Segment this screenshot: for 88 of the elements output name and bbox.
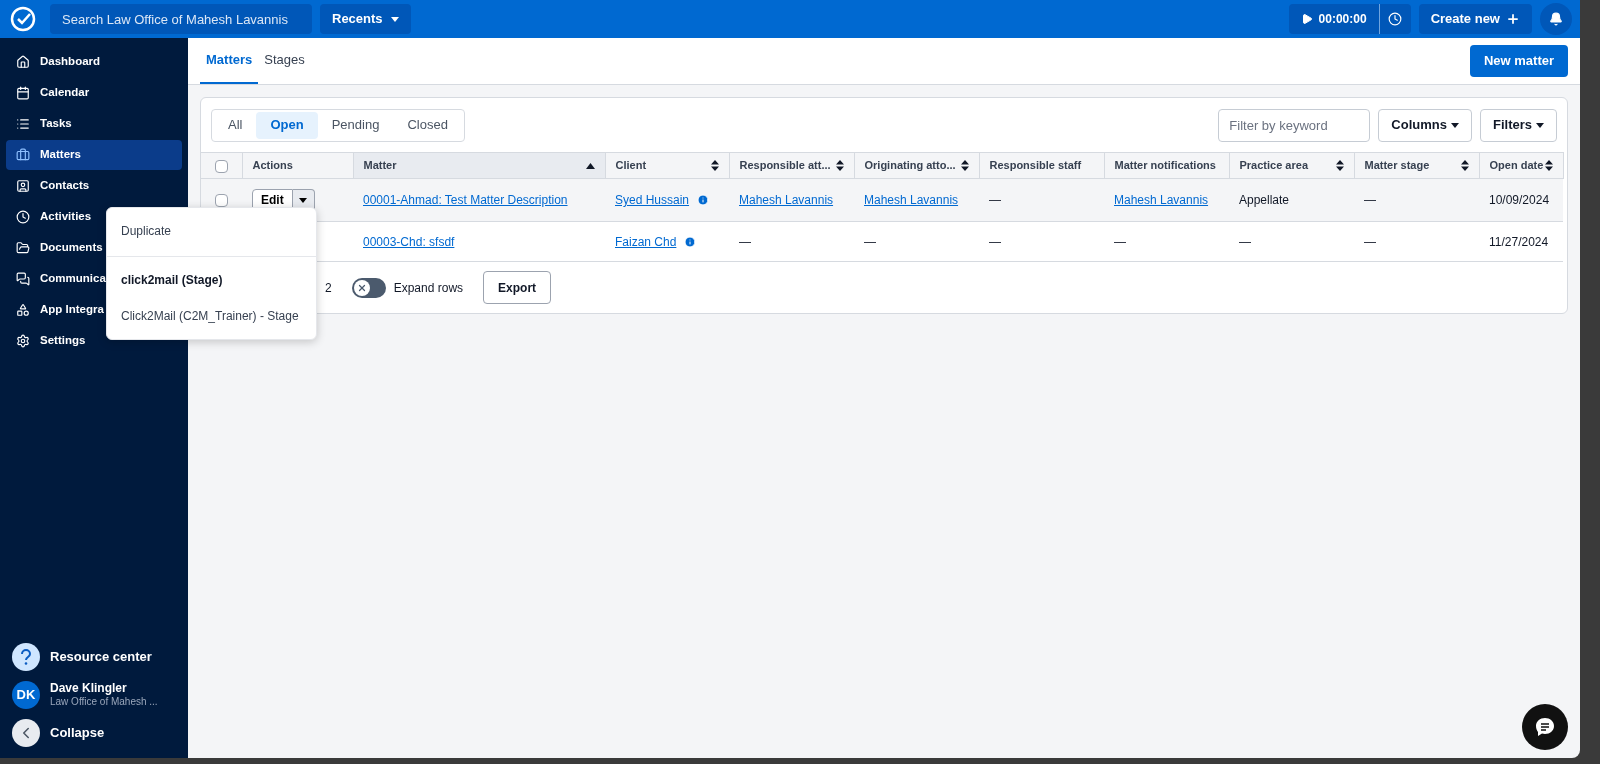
calendar-icon: [16, 85, 30, 100]
chat-bubbles-icon: [16, 271, 30, 286]
table-cell: —: [1239, 234, 1251, 249]
timer-button[interactable]: 00:00:00: [1288, 4, 1379, 34]
table-cell: —: [1364, 193, 1376, 207]
columns-button[interactable]: Columns: [1378, 108, 1472, 142]
sidebar-item[interactable]: Contacts: [6, 170, 182, 201]
caret-icon: [390, 16, 399, 22]
help-icon: [12, 643, 40, 671]
chat-button[interactable]: [1522, 704, 1568, 750]
select-all-checkbox[interactable]: [214, 159, 228, 173]
shapes-icon: [16, 302, 30, 317]
sidebar-item[interactable]: Dashboard: [6, 46, 182, 77]
new-matter-button[interactable]: New matter: [1469, 45, 1568, 77]
clock-button[interactable]: [1378, 4, 1411, 34]
list-icon: [16, 116, 30, 131]
table-cell: —: [1114, 234, 1126, 249]
table-link[interactable]: 00001-Ahmad: Test Matter Description: [363, 193, 568, 207]
expand-rows-switch[interactable]: [351, 277, 386, 298]
sidebar-item[interactable]: Matters: [6, 139, 182, 170]
column-header[interactable]: Responsible staff: [979, 152, 1104, 179]
info-icon[interactable]: [697, 194, 710, 206]
chevron-left-icon: [12, 719, 40, 747]
column-header[interactable]: Actions: [242, 152, 353, 179]
close-icon: [356, 282, 367, 293]
firm-name: Law Office of Mahesh ...: [50, 696, 158, 709]
filters-button[interactable]: Filters: [1480, 108, 1557, 142]
table-link[interactable]: Mahesh Lavannis: [1114, 193, 1209, 207]
resource-center-item[interactable]: Resource center: [6, 640, 182, 674]
user-avatar[interactable]: DK: [12, 681, 40, 709]
logo-icon: [10, 6, 36, 32]
settings-icon: [16, 333, 30, 348]
sidebar-item[interactable]: Tasks: [6, 108, 182, 139]
result-count: 2: [325, 279, 332, 297]
column-header[interactable]: Originating atto...: [854, 152, 979, 179]
column-header[interactable]: Matter notifications: [1104, 152, 1229, 179]
status-filter-tab[interactable]: All: [214, 111, 257, 139]
recents-button[interactable]: Recents: [320, 4, 411, 34]
folder-icon: [16, 240, 30, 255]
caret-icon: [1451, 122, 1459, 128]
export-button[interactable]: Export: [483, 271, 552, 304]
notifications-button[interactable]: [1540, 3, 1572, 35]
menu-heading: click2mail (Stage): [120, 272, 224, 289]
column-header[interactable]: Open date: [1479, 152, 1563, 179]
table-cell: —: [739, 234, 751, 249]
plus-icon: [1506, 12, 1520, 26]
expand-rows-label: Expand rows: [393, 279, 464, 297]
page-tab[interactable]: Matters: [200, 38, 259, 84]
table-cell: Appellate: [1239, 193, 1290, 207]
column-header[interactable]: Matter: [353, 152, 605, 179]
row-checkbox[interactable]: [215, 194, 228, 208]
page-tab[interactable]: Stages: [258, 38, 311, 84]
column-header[interactable]: Matter stage: [1354, 152, 1479, 179]
caret-icon: [299, 197, 308, 203]
caret-icon: [1536, 122, 1544, 128]
contact-card-icon: [16, 178, 30, 193]
info-icon[interactable]: [684, 235, 697, 248]
client-link[interactable]: Faizan Chd: [615, 232, 677, 251]
bell-icon: [1549, 12, 1563, 26]
keyword-filter-field[interactable]: Filter by keyword: [1218, 108, 1371, 142]
table-link[interactable]: Mahesh Lavannis: [739, 193, 834, 207]
collapse-item[interactable]: Collapse: [6, 716, 182, 750]
table-cell: 10/09/2024: [1489, 193, 1550, 207]
status-filter-tab[interactable]: Closed: [393, 111, 462, 139]
table-link[interactable]: Mahesh Lavannis: [864, 193, 959, 207]
status-filter-tab[interactable]: Open: [256, 111, 318, 139]
menu-item[interactable]: Duplicate: [107, 212, 316, 250]
table-link[interactable]: 00003-Chd: sfsdf: [363, 234, 455, 249]
table-cell: —: [864, 234, 876, 249]
sidebar-item[interactable]: Calendar: [6, 77, 182, 108]
clock-icon: [1388, 12, 1403, 26]
table-cell: —: [989, 234, 1001, 249]
create-new-button[interactable]: Create new: [1418, 4, 1532, 34]
table-cell: 11/27/2024: [1489, 234, 1549, 249]
column-header[interactable]: Client: [605, 152, 729, 179]
play-icon: [1300, 13, 1313, 25]
table-cell: —: [989, 193, 1001, 207]
column-header[interactable]: Responsible att...: [729, 152, 854, 179]
table-cell: —: [1364, 234, 1376, 249]
chat-icon: [1533, 715, 1557, 739]
clock-icon: [16, 209, 30, 224]
user-name: Dave Klingler: [50, 681, 128, 697]
briefcase-icon: [16, 147, 30, 162]
home-icon: [16, 54, 30, 69]
status-filter-tab[interactable]: Pending: [317, 111, 394, 139]
search-field[interactable]: Search Law Office of Mahesh Lavannis: [50, 4, 312, 34]
client-link[interactable]: Syed Hussain: [615, 191, 690, 209]
column-header[interactable]: Practice area: [1229, 152, 1354, 179]
